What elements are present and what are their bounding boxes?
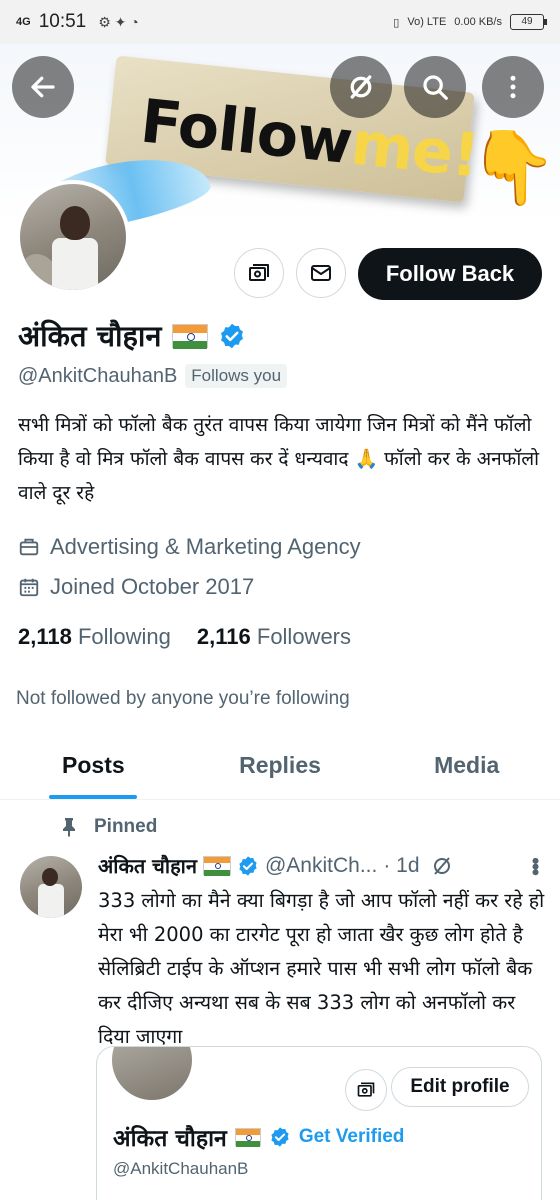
eye-slash-icon xyxy=(350,75,372,99)
not-followed-text: Not followed by anyone you’re following xyxy=(16,688,350,709)
pinned-indicator: Pinned xyxy=(60,816,157,838)
post-header: अंकित चौहान @AnkitCh... · 1d ••• xyxy=(98,852,548,879)
card-avatar xyxy=(109,1047,195,1103)
tab-posts[interactable]: Posts xyxy=(0,740,187,799)
profile-handle: @AnkitChauhanB xyxy=(18,364,178,387)
eye-slash-icon[interactable] xyxy=(430,854,454,878)
verified-badge-icon xyxy=(220,323,243,348)
post-author-handle[interactable]: @AnkitCh... xyxy=(265,854,377,878)
following-link[interactable]: 2,118 Following xyxy=(18,624,171,650)
post-time[interactable]: · 1d xyxy=(383,854,419,878)
clock: 10:51 xyxy=(38,11,87,32)
subscription-icon xyxy=(249,264,269,281)
lte-indicator: Vo) LTE xyxy=(407,16,447,28)
profile-name: अंकित चौहान xyxy=(18,316,246,355)
post-author-name[interactable]: अंकित चौहान xyxy=(98,852,197,879)
post-more-icon[interactable]: ••• xyxy=(522,857,548,874)
status-bar: 4G 10:51 ⚙ ✦ ◔ ▯ Vo) LTE 0.00 KB/s 49 xyxy=(0,0,560,44)
india-flag-icon xyxy=(234,1128,261,1147)
data-speed: 0.00 KB/s xyxy=(454,16,502,28)
monetization-button[interactable] xyxy=(234,248,284,298)
hide-button[interactable] xyxy=(330,56,392,118)
handle-row: @AnkitChauhanB Follows you xyxy=(18,364,288,388)
pointing-hand-icon: 👇 xyxy=(468,128,558,208)
verified-badge-icon xyxy=(271,1127,289,1147)
network-indicator: 4G xyxy=(16,16,31,28)
card-handle: @AnkitChauhanB xyxy=(113,1159,249,1178)
verified-badge-icon xyxy=(239,855,257,876)
profile-tabs: Posts Replies Media xyxy=(0,740,560,800)
india-flag-icon xyxy=(202,856,231,876)
edit-profile-button[interactable]: Edit profile xyxy=(391,1067,529,1107)
back-button[interactable] xyxy=(12,56,74,118)
followers-link[interactable]: 2,116 Followers xyxy=(197,624,351,650)
search-button[interactable] xyxy=(404,56,466,118)
card-name: अंकित चौहान Get Verified xyxy=(113,1126,405,1152)
more-vertical-icon xyxy=(510,75,516,99)
card-monetization-button[interactable] xyxy=(345,1069,387,1111)
follow-back-button[interactable]: Follow Back xyxy=(358,248,542,300)
notification-icons: ⚙ ✦ ◔ xyxy=(98,13,139,30)
profile-bio: सभी मित्रों को फॉलो बैक तुरंत वापस किया … xyxy=(18,414,540,504)
profile-avatar[interactable] xyxy=(16,180,130,294)
follow-counts: 2,118 Following 2,116 Followers xyxy=(18,624,351,650)
tab-replies[interactable]: Replies xyxy=(187,740,374,799)
calendar-icon xyxy=(19,578,39,597)
pin-icon xyxy=(63,818,75,837)
arrow-left-icon xyxy=(31,76,55,98)
get-verified-link[interactable]: Get Verified xyxy=(299,1126,405,1148)
profile-category: Advertising & Marketing Agency xyxy=(18,534,361,560)
vibrate-icon: ▯ xyxy=(393,16,400,29)
tab-media[interactable]: Media xyxy=(373,740,560,799)
india-flag-icon xyxy=(171,323,208,349)
more-button[interactable] xyxy=(482,56,544,118)
embedded-profile-card[interactable]: Edit profile अंकित चौहान Get Verified @A… xyxy=(96,1046,542,1200)
battery-icon: 49 xyxy=(510,14,547,30)
post-author-avatar[interactable] xyxy=(20,856,82,918)
envelope-icon xyxy=(311,265,331,281)
search-icon xyxy=(423,75,448,100)
message-button[interactable] xyxy=(296,248,346,298)
subscription-icon xyxy=(357,1082,375,1097)
post-text: 333 लोगो का मैने क्या बिगड़ा है जो आप फॉ… xyxy=(98,889,545,1048)
profile-joined: Joined October 2017 xyxy=(18,574,254,600)
briefcase-icon xyxy=(19,538,39,556)
follows-you-badge: Follows you xyxy=(185,364,288,388)
